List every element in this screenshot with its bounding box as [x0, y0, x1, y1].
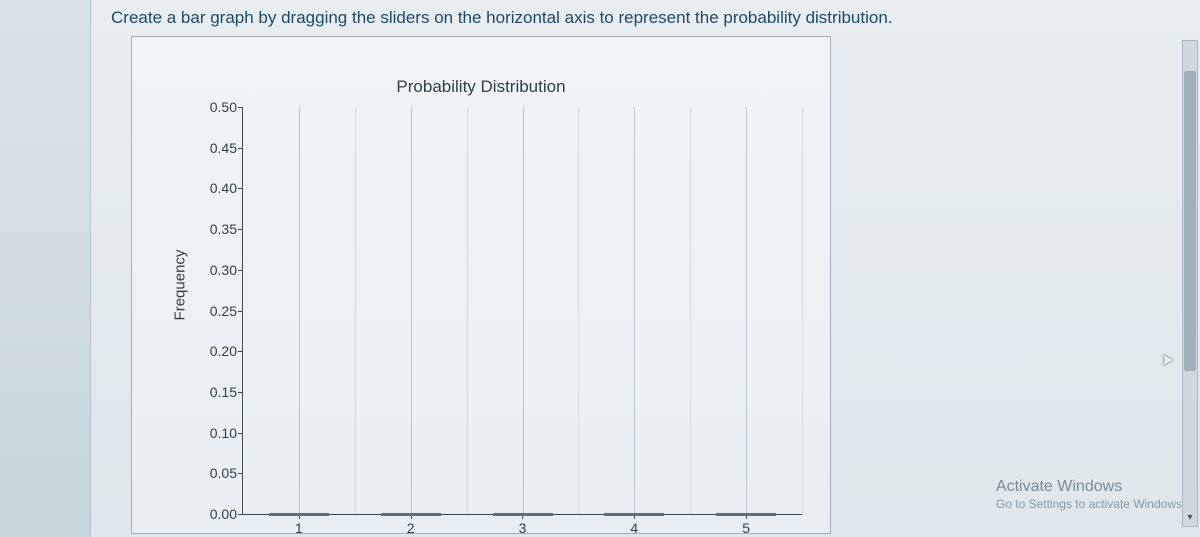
y-tick: 0.00 [197, 506, 237, 522]
bar-slider-4[interactable] [604, 513, 664, 516]
chart-frame: Probability Distribution Frequency 0.50 … [131, 36, 831, 534]
y-tick: 0.45 [197, 140, 237, 156]
gridline [523, 107, 524, 514]
content-panel: Create a bar graph by dragging the slide… [90, 0, 1200, 537]
bar-slider-2[interactable] [381, 513, 441, 516]
gridline [578, 107, 579, 514]
y-tick: 0.40 [197, 180, 237, 196]
x-tick: 4 [630, 520, 638, 536]
gridline [634, 107, 635, 514]
x-tick: 5 [742, 520, 750, 536]
x-tick: 2 [407, 520, 415, 536]
gridline [299, 107, 300, 514]
watermark-sub: Go to Settings to activate Windows [996, 497, 1182, 511]
y-tick: 0.15 [197, 384, 237, 400]
instruction-text: Create a bar graph by dragging the slide… [111, 8, 1180, 28]
bar-slider-3[interactable] [493, 513, 553, 516]
y-tick: 0.50 [197, 99, 237, 115]
plot-area: 0.50 0.45 0.40 0.35 0.30 0.25 0.20 0.15 … [242, 107, 802, 515]
x-tick: 1 [295, 520, 303, 536]
watermark-title: Activate Windows [996, 477, 1182, 496]
gridline [411, 107, 412, 514]
vertical-scrollbar[interactable]: ▾ [1182, 40, 1198, 527]
y-tick: 0.05 [197, 465, 237, 481]
y-tick: 0.20 [197, 343, 237, 359]
y-tick: 0.30 [197, 262, 237, 278]
scroll-thumb[interactable] [1184, 71, 1196, 371]
y-tick: 0.35 [197, 221, 237, 237]
gridline [690, 107, 691, 514]
windows-activation-watermark: Activate Windows Go to Settings to activ… [996, 477, 1182, 511]
bar-slider-5[interactable] [716, 513, 776, 516]
gridline [467, 107, 468, 514]
x-tick: 3 [519, 520, 527, 536]
gridline [355, 107, 356, 514]
cursor-icon: ➤ [1161, 350, 1174, 370]
y-tick: 0.25 [197, 303, 237, 319]
bar-slider-1[interactable] [269, 513, 329, 516]
chart-title: Probability Distribution [132, 77, 830, 97]
y-axis-label: Frequency [172, 250, 189, 321]
y-tick: 0.10 [197, 425, 237, 441]
gridline [802, 107, 803, 514]
gridline [746, 107, 747, 514]
scroll-down-icon[interactable]: ▾ [1183, 510, 1197, 526]
